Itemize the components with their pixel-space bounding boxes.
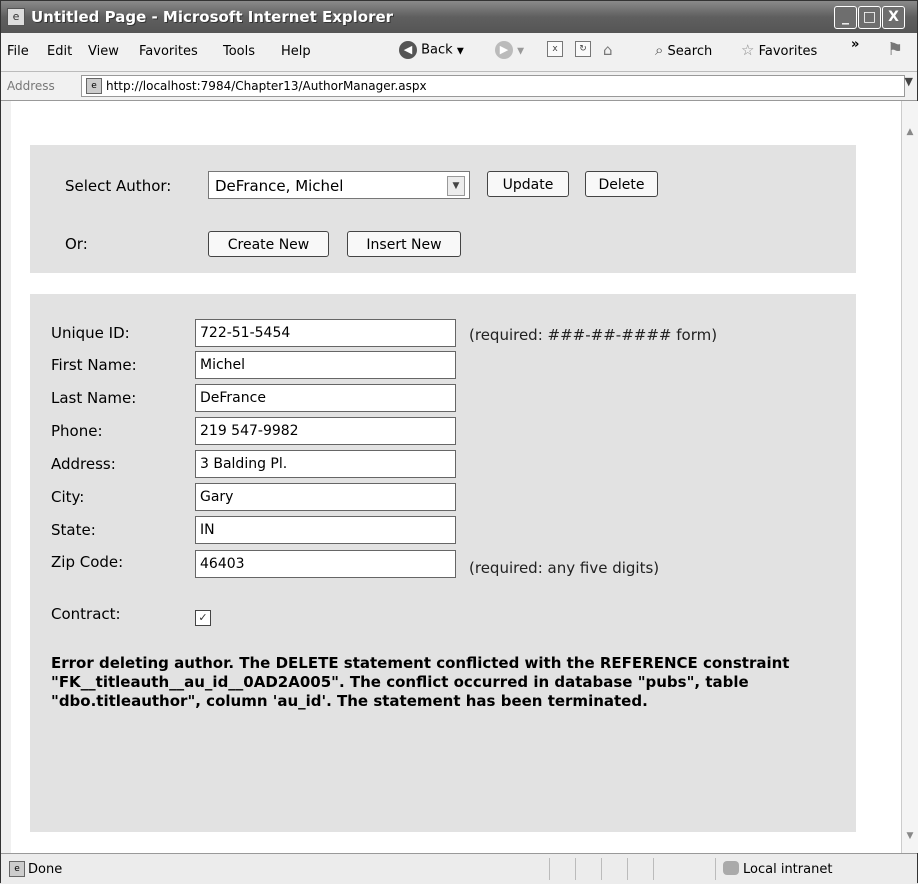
menu-help[interactable]: Help xyxy=(281,44,311,59)
favorites-label: Favorites xyxy=(758,44,818,59)
author-selector-panel: Select Author: DeFrance, Michel ▼ Update… xyxy=(30,145,856,273)
forward-dropdown-icon: ▼ xyxy=(517,46,525,57)
status-divider xyxy=(601,858,602,880)
close-button[interactable]: X xyxy=(882,6,905,29)
address-field-value: 3 Balding Pl. xyxy=(200,456,288,472)
unique-id-value: 722-51-5454 xyxy=(200,325,291,341)
page-icon: e xyxy=(86,78,102,94)
status-text: Done xyxy=(28,862,63,877)
page-content: Select Author: DeFrance, Michel ▼ Update… xyxy=(11,101,901,853)
update-button[interactable]: Update xyxy=(487,171,569,197)
stop-button[interactable]: x xyxy=(547,41,563,61)
home-button[interactable]: ⌂ xyxy=(603,41,613,61)
zip-code-input[interactable]: 46403 xyxy=(195,550,456,578)
contract-checkbox[interactable]: ✓ xyxy=(195,610,211,626)
stop-icon: x xyxy=(547,41,563,57)
state-label: State: xyxy=(51,521,96,539)
minimize-button[interactable]: _ xyxy=(834,6,857,29)
first-name-label: First Name: xyxy=(51,356,137,374)
menu-bar: File Edit View Favorites Tools Help ◀ Ba… xyxy=(1,33,917,72)
delete-button[interactable]: Delete xyxy=(585,171,658,197)
vertical-scrollbar[interactable]: ▲ ▼ xyxy=(901,101,918,853)
zip-code-value: 46403 xyxy=(200,556,245,572)
author-details-panel: Unique ID: 722-51-5454 (required: ###-##… xyxy=(30,294,856,832)
zip-code-label: Zip Code: xyxy=(51,553,124,571)
status-divider xyxy=(715,858,716,880)
menu-view[interactable]: View xyxy=(88,44,119,59)
unique-id-hint: (required: ###-##-#### form) xyxy=(469,326,718,344)
phone-value: 219 547-9982 xyxy=(200,423,299,439)
ie-page-icon: e xyxy=(7,8,25,26)
unique-id-input[interactable]: 722-51-5454 xyxy=(195,319,456,347)
back-dropdown-icon: ▼ xyxy=(456,46,464,57)
error-message: Error deleting author. The DELETE statem… xyxy=(51,654,790,710)
status-bar: e Done Local intranet xyxy=(1,853,917,884)
phone-label: Phone: xyxy=(51,422,103,440)
state-value: IN xyxy=(200,522,215,538)
phone-input[interactable]: 219 547-9982 xyxy=(195,417,456,445)
insert-new-button[interactable]: Insert New xyxy=(347,231,461,257)
create-new-button[interactable]: Create New xyxy=(208,231,329,257)
zone-text: Local intranet xyxy=(743,862,833,877)
page-status-icon: e xyxy=(9,861,25,877)
select-author-label: Select Author: xyxy=(65,177,172,195)
maximize-button[interactable]: □ xyxy=(858,6,881,29)
author-select[interactable]: DeFrance, Michel ▼ xyxy=(208,171,470,199)
menu-file[interactable]: File xyxy=(7,44,29,59)
toolbar-overflow-button[interactable]: » xyxy=(851,37,859,57)
back-arrow-icon: ◀ xyxy=(399,41,417,59)
title-bar: e Untitled Page - Microsoft Internet Exp… xyxy=(1,1,917,33)
menu-edit[interactable]: Edit xyxy=(47,44,72,59)
intranet-zone-icon xyxy=(723,861,739,875)
address-label: Address xyxy=(7,79,55,93)
refresh-icon: ↻ xyxy=(575,41,591,57)
chevron-down-icon: ▼ xyxy=(447,176,465,196)
first-name-value: Michel xyxy=(200,357,246,373)
author-select-value: DeFrance, Michel xyxy=(215,177,344,195)
state-input[interactable]: IN xyxy=(195,516,456,544)
home-icon: ⌂ xyxy=(603,41,613,59)
back-label: Back xyxy=(421,42,453,58)
address-url: http://localhost:7984/Chapter13/AuthorMa… xyxy=(106,79,427,93)
search-icon: ⌕ xyxy=(655,41,664,59)
scroll-down-icon[interactable]: ▼ xyxy=(904,831,916,845)
address-field-label: Address: xyxy=(51,455,116,473)
forward-button[interactable]: ▶ ▼ xyxy=(495,41,524,61)
first-name-input[interactable]: Michel xyxy=(195,351,456,379)
or-label: Or: xyxy=(65,235,88,253)
status-divider xyxy=(549,858,550,880)
menu-favorites[interactable]: Favorites xyxy=(139,44,198,59)
browser-window: e Untitled Page - Microsoft Internet Exp… xyxy=(0,0,918,884)
status-divider xyxy=(575,858,576,880)
last-name-value: DeFrance xyxy=(200,390,266,406)
forward-arrow-icon: ▶ xyxy=(495,41,513,59)
last-name-input[interactable]: DeFrance xyxy=(195,384,456,412)
unique-id-label: Unique ID: xyxy=(51,324,130,342)
star-icon: ☆ xyxy=(741,41,755,59)
status-divider xyxy=(653,858,654,880)
city-input[interactable]: Gary xyxy=(195,483,456,511)
address-bar: Address e http://localhost:7984/Chapter1… xyxy=(1,72,917,101)
refresh-button[interactable]: ↻ xyxy=(575,41,591,61)
city-label: City: xyxy=(51,488,85,506)
contract-label: Contract: xyxy=(51,605,121,623)
windows-logo-icon: ⚑ xyxy=(887,39,904,60)
search-button[interactable]: ⌕ Search xyxy=(655,41,712,61)
scroll-up-icon[interactable]: ▲ xyxy=(904,127,916,141)
search-label: Search xyxy=(667,44,713,59)
address-field-input[interactable]: 3 Balding Pl. xyxy=(195,450,456,478)
zip-code-hint: (required: any five digits) xyxy=(469,559,660,577)
back-button[interactable]: ◀ Back ▼ xyxy=(399,41,464,61)
address-input[interactable]: e http://localhost:7984/Chapter13/Author… xyxy=(81,75,905,97)
last-name-label: Last Name: xyxy=(51,389,137,407)
address-dropdown-icon[interactable]: ▼ xyxy=(905,75,913,88)
city-value: Gary xyxy=(200,489,234,505)
status-divider xyxy=(627,858,628,880)
window-title: Untitled Page - Microsoft Internet Explo… xyxy=(31,8,394,26)
menu-tools[interactable]: Tools xyxy=(223,44,255,59)
favorites-button[interactable]: ☆ Favorites xyxy=(741,41,817,61)
